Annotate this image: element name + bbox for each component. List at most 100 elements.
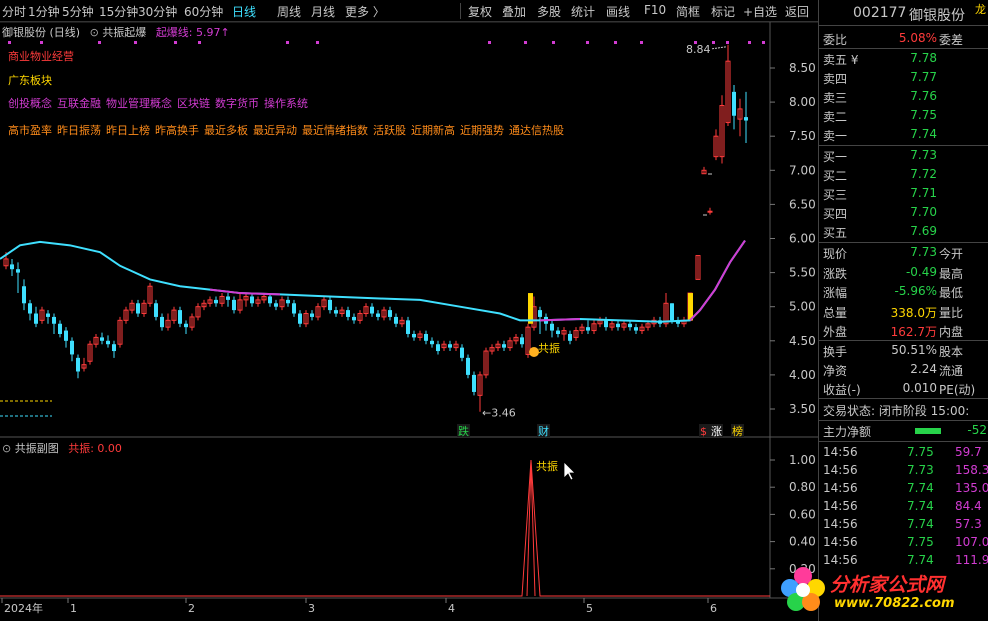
event-tag[interactable]: 榜 — [732, 424, 743, 438]
stock-name: 御银股份 — [909, 8, 965, 24]
sub-collapse-icon[interactable]: ⊙ — [2, 442, 11, 455]
candle-body — [250, 296, 254, 304]
tick-row: 14:56 7.74 135.0 — [819, 480, 988, 498]
weibi-label: 委比 — [823, 33, 848, 47]
stat-row: 涨跌 -0.49 最高 — [819, 264, 988, 282]
watermark: 分析家公式网 www.70822.com — [780, 562, 986, 618]
ask-row: 卖四 7.77 — [819, 69, 988, 87]
tick-time: 14:56 — [823, 445, 858, 459]
event-tag[interactable]: 财 — [538, 424, 549, 438]
event-tag[interactable]: 涨 — [711, 425, 722, 438]
stat-row-value: 7.73 — [910, 245, 937, 259]
stat-row: 涨幅 -5.96% 最低 — [819, 283, 988, 301]
tick-row: 14:56 7.74 57.3 — [819, 516, 988, 534]
candle-body — [274, 303, 278, 307]
candle-body — [154, 303, 158, 317]
tick-time: 14:56 — [823, 535, 858, 549]
candle-body — [22, 286, 26, 304]
price-tick: 7.50 — [789, 129, 816, 143]
stat-row: 现价 7.73 今开 — [819, 244, 988, 262]
sub-axis-tick: 0.80 — [789, 480, 816, 494]
signal-dot — [40, 41, 43, 44]
ma-line-up — [209, 288, 281, 296]
candle-body — [394, 316, 398, 324]
candle-body — [100, 337, 104, 341]
candle-body — [214, 299, 218, 304]
signal-dot — [640, 41, 643, 44]
candle-body — [28, 303, 32, 314]
sub-axis-tick: 1.00 — [789, 453, 816, 467]
candle-body — [328, 299, 332, 311]
stat-row-value: 162.7万 — [890, 325, 937, 339]
candle-body — [436, 344, 440, 352]
time-tick: 5 — [586, 602, 593, 615]
candle-body — [106, 340, 110, 345]
price-tick: 6.00 — [789, 232, 816, 246]
price-tick: 5.00 — [789, 300, 816, 314]
event-tag[interactable]: $ — [700, 425, 707, 438]
bid-row-value: 7.70 — [910, 205, 937, 219]
candle-body — [70, 340, 74, 355]
main-flow-value: -52 — [967, 423, 987, 437]
candle-body — [538, 310, 542, 317]
bid-row-label: 买三 — [823, 188, 848, 202]
bid-row-value: 7.71 — [910, 186, 937, 200]
candle-body — [616, 323, 620, 328]
ask-row-label: 卖三 — [823, 91, 848, 105]
sub-chart-title[interactable]: 共振副图 — [15, 442, 59, 455]
price-tick: 6.50 — [789, 197, 816, 211]
candle-body — [732, 91, 736, 116]
price-tick: 8.00 — [789, 95, 816, 109]
stat-row-label: 涨幅 — [823, 286, 848, 300]
candle-body — [334, 310, 338, 314]
stat-row-value: -5.96% — [894, 284, 937, 298]
signal-dot — [286, 41, 289, 44]
signal-dot — [748, 41, 751, 44]
time-tick: 4 — [448, 602, 455, 615]
tick-price: 7.74 — [907, 481, 934, 495]
stock-header: 002177 御银股份 龙 — [819, 0, 988, 26]
weibi-row: 委比 5.08% 委差 — [819, 30, 988, 48]
candle-body — [502, 344, 506, 348]
signal-dot — [8, 41, 11, 44]
time-tick: 3 — [308, 602, 315, 615]
candle-body — [472, 374, 476, 392]
signal-dot — [762, 41, 765, 44]
signal-label: 共振 — [538, 341, 560, 355]
ask-row: 卖五 ¥ 7.78 — [819, 50, 988, 68]
stat2-row-value: 0.010 — [902, 381, 937, 395]
candle-body — [568, 333, 572, 341]
candle-body — [424, 333, 428, 341]
signal-dot — [524, 41, 527, 44]
candle-body — [520, 337, 524, 345]
signal-dot — [552, 41, 555, 44]
candle-body — [556, 330, 560, 334]
bid-row: 买一 7.73 — [819, 147, 988, 165]
bid-row-label: 买五 — [823, 226, 848, 240]
signal-dot — [614, 41, 617, 44]
stat-row-label: 总量 — [823, 305, 848, 320]
price-tick: 4.50 — [789, 334, 816, 348]
candle-body — [346, 310, 350, 317]
candle-body — [112, 344, 116, 352]
ma-line-up — [689, 239, 746, 322]
candle-body — [352, 316, 356, 321]
mouse-cursor-icon — [563, 461, 576, 481]
ask-row-label: 卖四 — [823, 72, 848, 86]
bid-row: 买四 7.70 — [819, 204, 988, 222]
time-tick: 2 — [188, 602, 195, 615]
tick-row: 14:56 7.75 59.7 — [819, 444, 988, 462]
stat2-row-label: 净资 — [823, 364, 848, 378]
stat-row-value: 338.0万 — [890, 305, 937, 320]
stat2-row: 换手 50.51% 股本 — [819, 342, 988, 360]
tick-volume: 107.0 — [955, 535, 988, 549]
candle-body — [370, 306, 374, 314]
trade-status: 交易状态: 闭市阶段 15:00: — [823, 404, 970, 418]
candle-body — [406, 320, 410, 334]
event-tag[interactable]: 跌 — [458, 424, 469, 438]
weicha-label: 委差 — [939, 33, 964, 47]
candle-body — [16, 269, 20, 273]
corner-tag: 龙 — [975, 3, 986, 16]
kline-chart[interactable]: 8.50 8.00 7.50 7.00 6.50 6.00 5.50 5.00 4.50 4.00… — [0, 0, 818, 621]
bid-row-label: 买四 — [823, 207, 848, 221]
